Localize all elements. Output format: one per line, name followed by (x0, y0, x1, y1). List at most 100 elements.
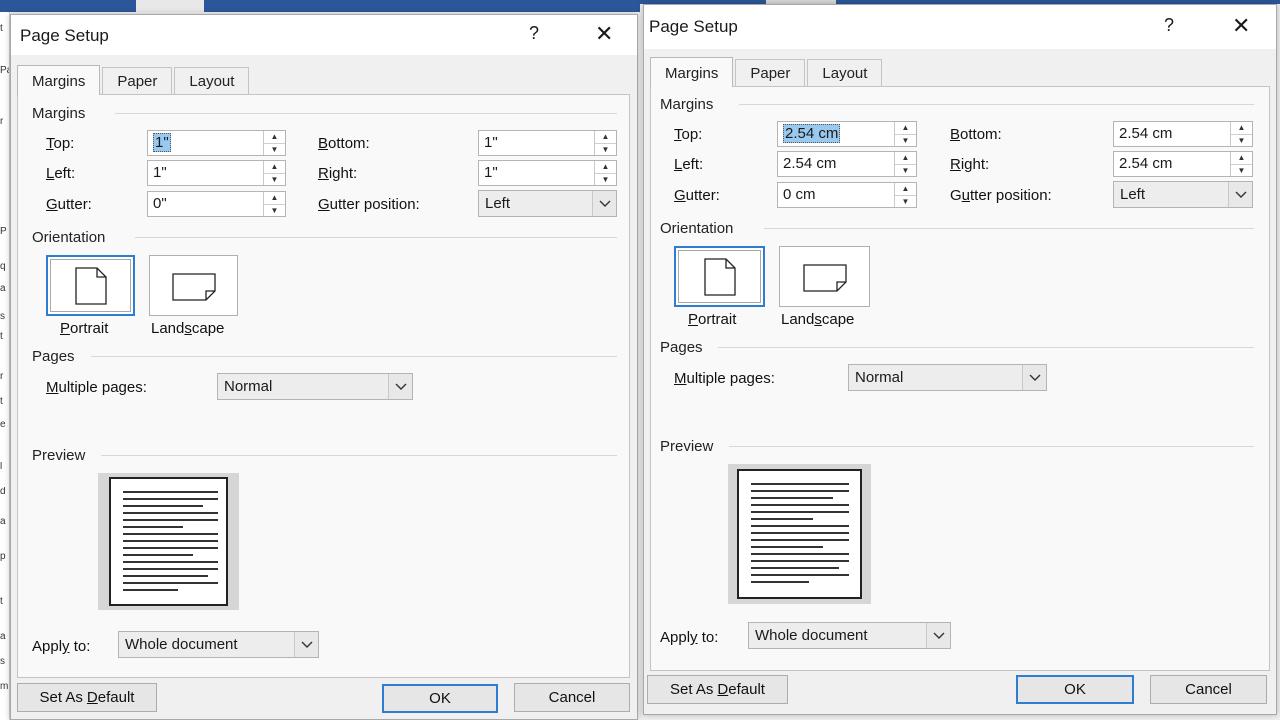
portrait-button[interactable] (674, 246, 765, 307)
background-text-fragment: r (0, 372, 4, 382)
cancel-button[interactable]: Cancel (514, 683, 630, 712)
page-setup-dialog-inches: Page Setup ? ✕ Margins Paper Layout Marg… (10, 14, 638, 720)
spin-down-icon[interactable]: ▼ (895, 165, 916, 177)
apply-to-select[interactable]: Whole document (118, 631, 319, 658)
bottom-margin-value[interactable]: 1" (479, 131, 594, 155)
bottom-margin-value[interactable]: 2.54 cm (1114, 122, 1230, 146)
top-margin-spinner[interactable]: 1" ▲ ▼ (147, 130, 286, 156)
help-button[interactable]: ? (1164, 15, 1174, 36)
bottom-label: Bottom: (318, 135, 370, 152)
spin-down-icon[interactable]: ▼ (264, 174, 285, 186)
left-margin-spinner[interactable]: 1" ▲ ▼ (147, 160, 286, 186)
right-label: Right: (950, 156, 990, 173)
gutter-spinner[interactable]: 0 cm ▲ ▼ (777, 182, 917, 208)
orientation-group-label: Orientation (660, 220, 734, 237)
spin-down-icon[interactable]: ▼ (264, 205, 285, 217)
spin-up-icon[interactable]: ▲ (895, 122, 916, 135)
tab-strip: Margins Paper Layout (650, 57, 884, 87)
background-text-fragment: m (0, 682, 9, 692)
tab-margins[interactable]: Margins (650, 57, 734, 87)
spin-down-icon[interactable]: ▼ (1231, 165, 1252, 177)
bottom-margin-spinner[interactable]: 1" ▲ ▼ (478, 130, 617, 156)
chevron-down-icon[interactable] (1228, 182, 1252, 207)
spin-up-icon[interactable]: ▲ (264, 131, 285, 144)
dialog-body: Margins Paper Layout Margins Top: 1" ▲ ▼ … (11, 55, 637, 719)
spin-down-icon[interactable]: ▼ (895, 196, 916, 208)
right-margin-spinner[interactable]: 2.54 cm ▲ ▼ (1113, 151, 1253, 177)
chevron-down-icon[interactable] (1022, 365, 1046, 390)
spin-up-icon[interactable]: ▲ (264, 192, 285, 205)
tab-layout[interactable]: Layout (174, 67, 250, 95)
apply-to-select[interactable]: Whole document (748, 622, 951, 649)
spin-up-icon[interactable]: ▲ (895, 183, 916, 196)
tab-paper[interactable]: Paper (735, 59, 806, 87)
left-margin-value[interactable]: 1" (148, 161, 263, 185)
spin-down-icon[interactable]: ▼ (595, 144, 616, 156)
right-margin-value[interactable]: 1" (479, 161, 594, 185)
background-text-fragment: t (0, 397, 3, 407)
gutter-label: Gutter: (674, 187, 720, 204)
cancel-button[interactable]: Cancel (1150, 675, 1267, 704)
preview-group-label: Preview (32, 447, 86, 464)
tab-paper[interactable]: Paper (102, 67, 173, 95)
portrait-label: Portrait (688, 311, 737, 328)
spin-up-icon[interactable]: ▲ (595, 161, 616, 174)
apply-to-value: Whole document (755, 627, 868, 644)
set-as-default-button[interactable]: Set As Default (17, 683, 157, 712)
group-divider (729, 446, 1254, 447)
top-margin-value[interactable]: 1" (153, 133, 171, 152)
right-margin-value[interactable]: 2.54 cm (1114, 152, 1230, 176)
landscape-button[interactable] (149, 255, 238, 316)
top-label: Top: (46, 135, 75, 152)
gutter-spinner[interactable]: 0" ▲ ▼ (147, 191, 286, 217)
spin-down-icon[interactable]: ▼ (1231, 135, 1252, 147)
bottom-margin-spinner[interactable]: 2.54 cm ▲ ▼ (1113, 121, 1253, 147)
pages-group-label: Pages (660, 339, 703, 356)
background-text-fragment: t (0, 24, 3, 34)
close-button[interactable]: ✕ (595, 21, 613, 47)
left-margin-spinner[interactable]: 2.54 cm ▲ ▼ (777, 151, 917, 177)
close-button[interactable]: ✕ (1232, 13, 1250, 39)
gutter-position-select[interactable]: Left (478, 190, 617, 217)
help-button[interactable]: ? (529, 23, 539, 44)
gutter-position-select[interactable]: Left (1113, 181, 1253, 208)
ok-button[interactable]: OK (1016, 675, 1134, 704)
background-text-fragment: a (0, 517, 6, 527)
preview-page (737, 469, 862, 599)
background-text-fragment: l (0, 462, 3, 472)
portrait-button[interactable] (46, 255, 135, 316)
top-margin-value[interactable]: 2.54 cm (783, 124, 841, 143)
top-margin-spinner[interactable]: 2.54 cm ▲ ▼ (777, 121, 917, 147)
tab-margins[interactable]: Margins (17, 65, 101, 95)
multiple-pages-select[interactable]: Normal (217, 373, 413, 400)
multiple-pages-select[interactable]: Normal (848, 364, 1047, 391)
spin-up-icon[interactable]: ▲ (895, 152, 916, 165)
preview-group-label: Preview (660, 438, 714, 455)
right-margin-spinner[interactable]: 1" ▲ ▼ (478, 160, 617, 186)
landscape-label: Landscape (781, 311, 855, 328)
ok-button[interactable]: OK (382, 684, 498, 713)
tab-layout[interactable]: Layout (807, 59, 883, 87)
left-margin-value[interactable]: 2.54 cm (778, 152, 894, 176)
spin-down-icon[interactable]: ▼ (595, 174, 616, 186)
chevron-down-icon[interactable] (592, 191, 616, 216)
gutter-value[interactable]: 0 cm (778, 183, 894, 207)
chevron-down-icon[interactable] (926, 623, 950, 648)
set-as-default-button[interactable]: Set As Default (647, 675, 788, 704)
spin-up-icon[interactable]: ▲ (1231, 122, 1252, 135)
landscape-button[interactable] (779, 246, 870, 307)
spin-up-icon[interactable]: ▲ (264, 161, 285, 174)
ribbon-active-tab[interactable] (136, 0, 204, 12)
gutter-value[interactable]: 0" (148, 192, 263, 216)
dialog-title: Page Setup (649, 17, 738, 36)
title-bar: Page Setup ? ✕ (11, 15, 637, 55)
page-setup-dialog-cm: Page Setup ? ✕ Margins Paper Layout Marg… (643, 4, 1277, 715)
chevron-down-icon[interactable] (294, 632, 318, 657)
gutter-position-value: Left (485, 195, 511, 212)
chevron-down-icon[interactable] (388, 374, 412, 399)
left-label: Left: (674, 156, 704, 173)
spin-up-icon[interactable]: ▲ (595, 131, 616, 144)
spin-down-icon[interactable]: ▼ (264, 144, 285, 156)
spin-down-icon[interactable]: ▼ (895, 135, 916, 147)
spin-up-icon[interactable]: ▲ (1231, 152, 1252, 165)
